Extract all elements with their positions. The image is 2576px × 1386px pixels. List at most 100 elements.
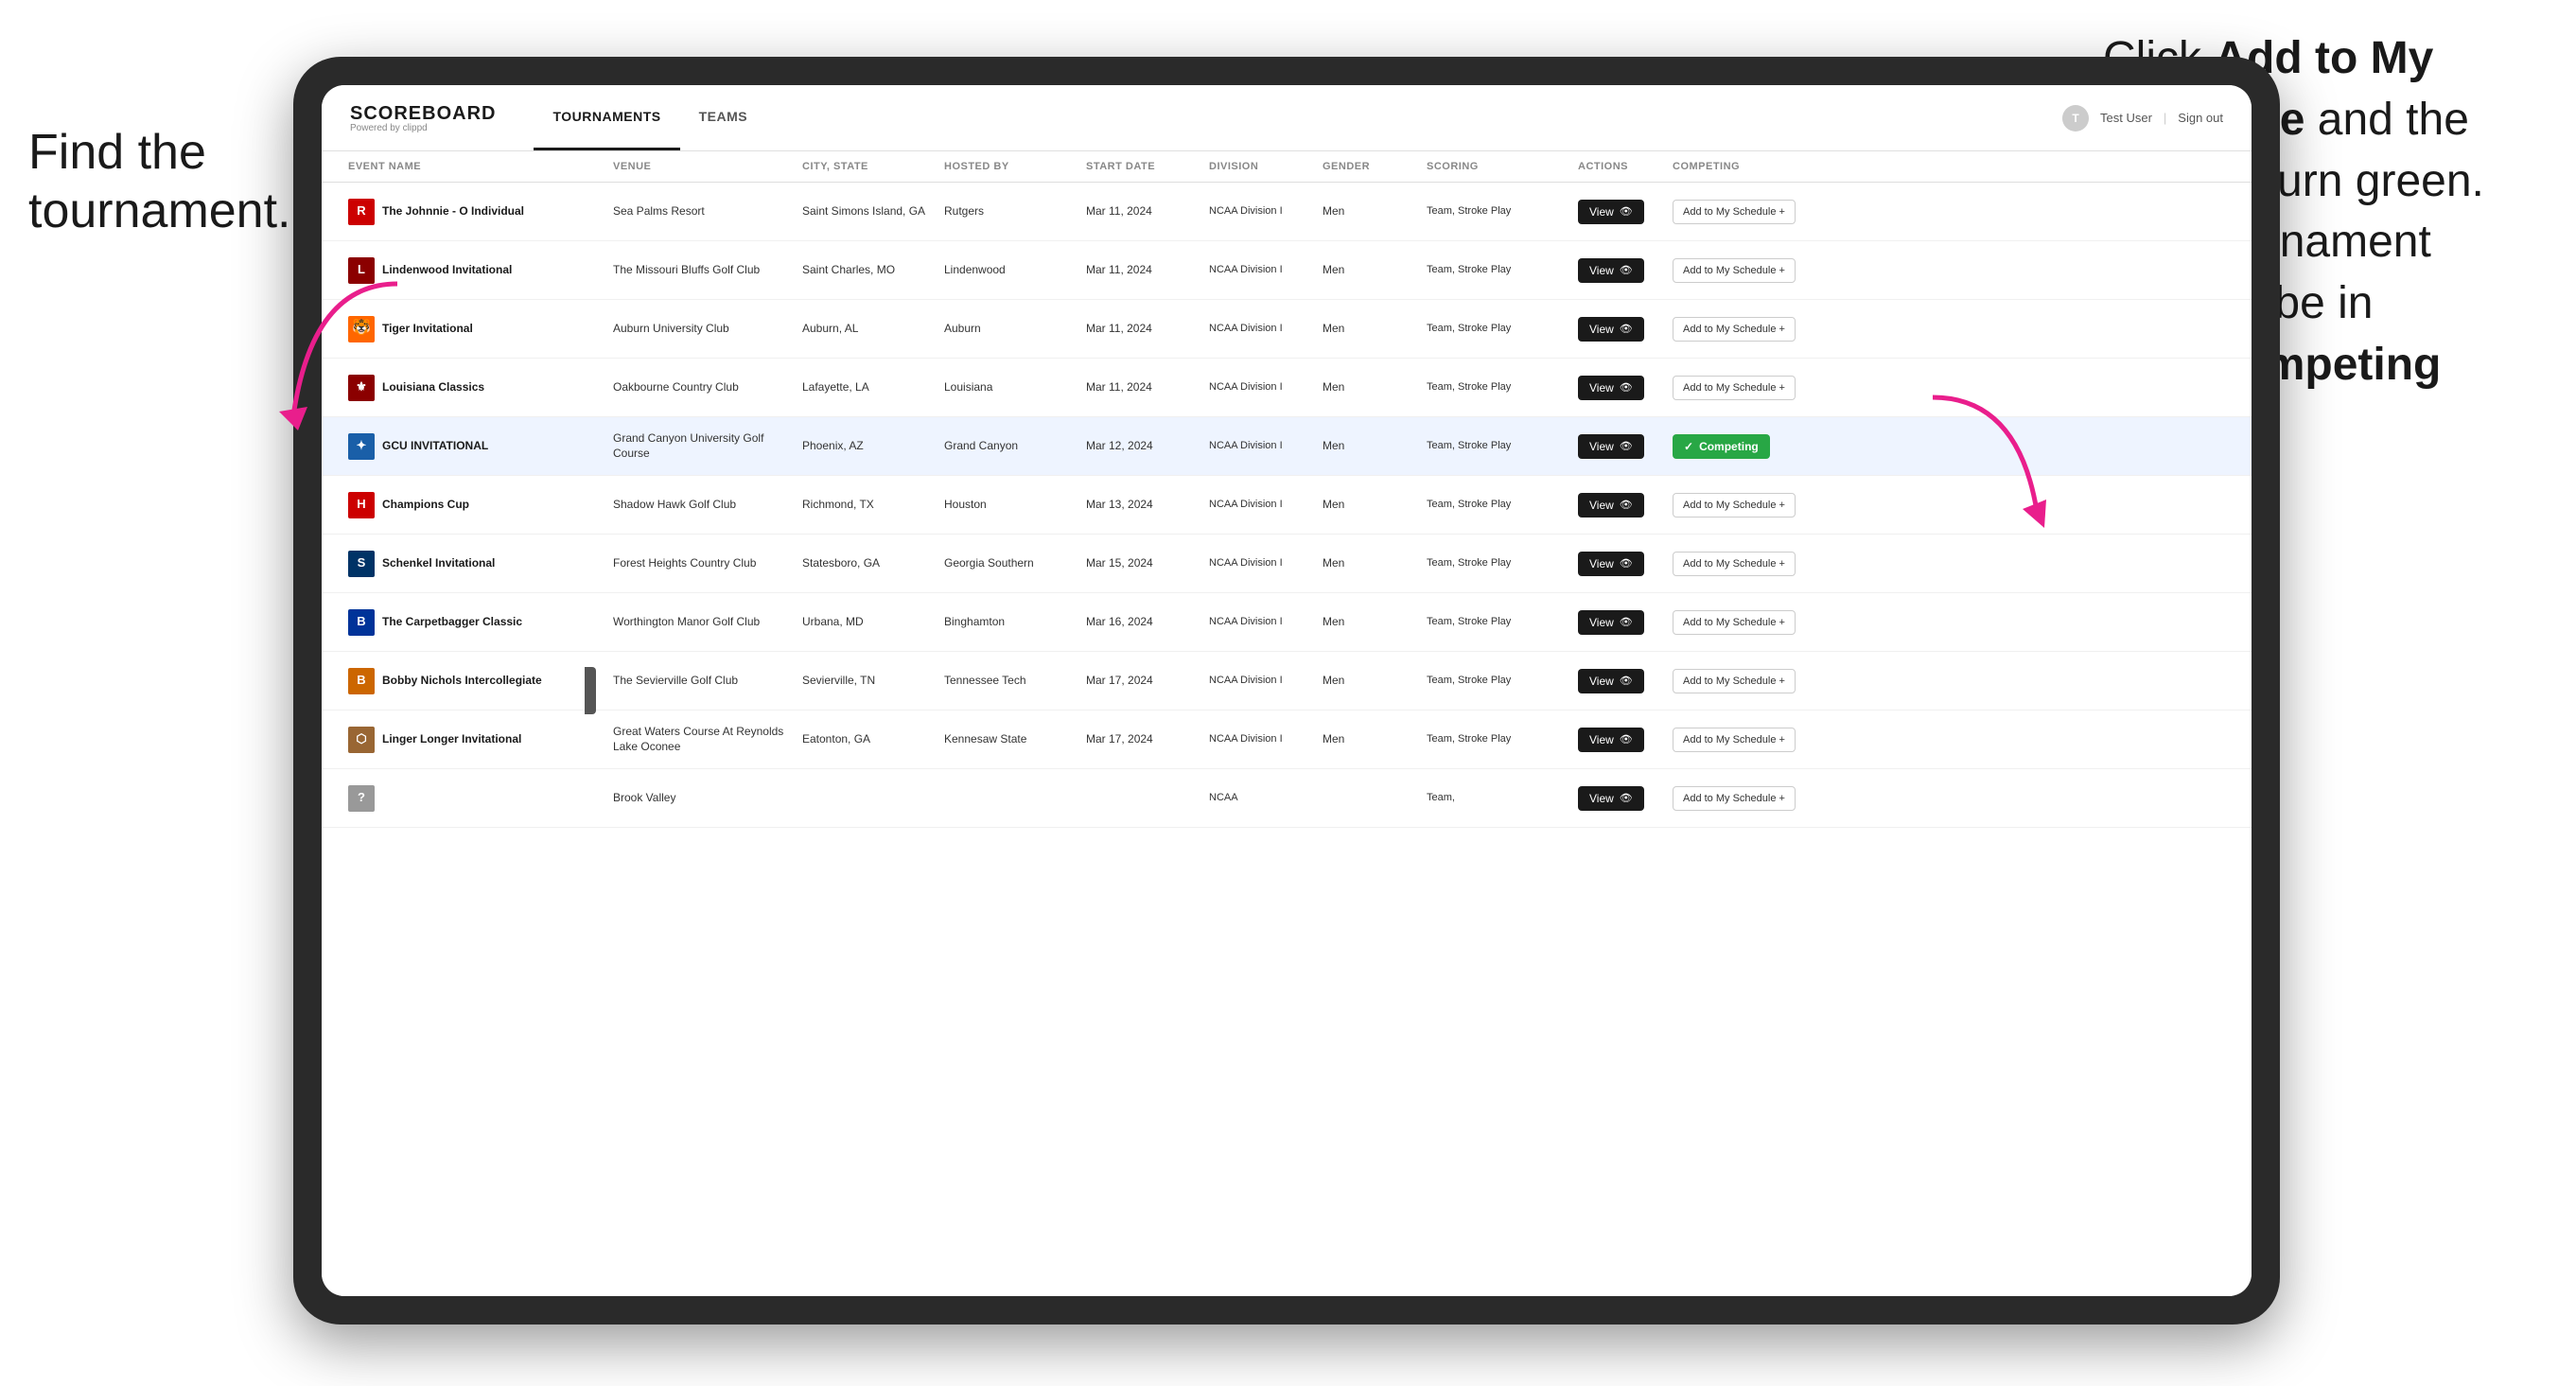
actions-cell: View 👁 [1570, 544, 1665, 584]
venue-cell: Grand Canyon University Golf Course [605, 424, 795, 468]
gender-cell [1315, 791, 1419, 806]
add-to-schedule-button[interactable]: Add to My Schedule + [1673, 552, 1796, 576]
view-button[interactable]: View 👁 [1578, 317, 1644, 342]
date-cell: Mar 16, 2024 [1078, 607, 1201, 638]
division-cell: NCAA Division I [1201, 607, 1315, 636]
table-row: L Lindenwood Invitational The Missouri B… [322, 241, 2252, 300]
event-name-cell: L Lindenwood Invitational [341, 250, 605, 291]
actions-cell: View 👁 [1570, 427, 1665, 466]
event-name-cell: ✦ GCU INVITATIONAL [341, 426, 605, 467]
view-button[interactable]: View 👁 [1578, 728, 1644, 752]
logo-area: SCOREBOARD Powered by clippd [350, 103, 496, 133]
tablet-frame: SCOREBOARD Powered by clippd TOURNAMENTS… [293, 57, 2280, 1325]
gender-cell: Men [1315, 255, 1419, 286]
event-name-text: Champions Cup [382, 498, 469, 513]
host-cell: Kennesaw State [937, 725, 1078, 755]
view-button[interactable]: View 👁 [1578, 493, 1644, 518]
view-button[interactable]: View 👁 [1578, 258, 1644, 283]
gender-cell: Men [1315, 373, 1419, 403]
table-row: B Bobby Nichols Intercollegiate The Sevi… [322, 652, 2252, 711]
event-name-cell: ⬡ Linger Longer Invitational [341, 719, 605, 761]
event-name-cell: 🐯 Tiger Invitational [341, 308, 605, 350]
col-gender: GENDER [1315, 151, 1419, 182]
actions-cell: View 👁 [1570, 485, 1665, 525]
scoring-cell: Team, Stroke Play [1419, 255, 1570, 284]
venue-cell: Great Waters Course At Reynolds Lake Oco… [605, 717, 795, 762]
team-logo: ? [348, 785, 375, 812]
actions-cell: View 👁 [1570, 309, 1665, 349]
competing-button[interactable]: Competing [1673, 434, 1770, 459]
eye-icon: 👁 [1620, 675, 1633, 687]
view-label: View [1589, 675, 1614, 688]
logo-text: SCOREBOARD [350, 103, 496, 125]
division-cell: NCAA Division I [1201, 666, 1315, 694]
col-competing: COMPETING [1665, 151, 1835, 182]
table-header: EVENT NAME VENUE CITY, STATE HOSTED BY S… [322, 151, 2252, 183]
event-name-text: The Johnnie - O Individual [382, 204, 524, 219]
col-scoring: SCORING [1419, 151, 1570, 182]
add-to-schedule-button[interactable]: Add to My Schedule + [1673, 376, 1796, 400]
nav-tab-teams[interactable]: TEAMS [680, 85, 767, 150]
view-button[interactable]: View 👁 [1578, 376, 1644, 400]
actions-cell: View 👁 [1570, 720, 1665, 760]
team-logo: S [348, 551, 375, 577]
table-body: R The Johnnie - O Individual Sea Palms R… [322, 183, 2252, 1286]
table-row: H Champions Cup Shadow Hawk Golf Club Ri… [322, 476, 2252, 535]
add-to-schedule-button[interactable]: Add to My Schedule + [1673, 493, 1796, 518]
view-button[interactable]: View 👁 [1578, 786, 1644, 811]
city-cell: Urbana, MD [795, 607, 937, 638]
col-city-state: CITY, STATE [795, 151, 937, 182]
tablet-screen: SCOREBOARD Powered by clippd TOURNAMENTS… [322, 85, 2252, 1296]
gender-cell: Men [1315, 725, 1419, 755]
date-cell [1078, 791, 1201, 806]
eye-icon: 👁 [1620, 264, 1633, 276]
competing-cell: Add to My Schedule + [1665, 661, 1835, 701]
view-button[interactable]: View 👁 [1578, 610, 1644, 635]
date-cell: Mar 17, 2024 [1078, 725, 1201, 755]
host-cell: Georgia Southern [937, 549, 1078, 579]
actions-cell: View 👁 [1570, 251, 1665, 290]
sign-out-link[interactable]: Sign out [2178, 111, 2223, 125]
add-to-schedule-button[interactable]: Add to My Schedule + [1673, 728, 1796, 752]
division-cell: NCAA Division I [1201, 549, 1315, 577]
view-button[interactable]: View 👁 [1578, 669, 1644, 693]
scoring-cell: Team, Stroke Play [1419, 197, 1570, 225]
add-to-schedule-button[interactable]: Add to My Schedule + [1673, 200, 1796, 224]
scoring-cell: Team, Stroke Play [1419, 314, 1570, 342]
col-start-date: START DATE [1078, 151, 1201, 182]
competing-cell: Add to My Schedule + [1665, 251, 1835, 290]
table-row: R The Johnnie - O Individual Sea Palms R… [322, 183, 2252, 241]
add-to-schedule-button[interactable]: Add to My Schedule + [1673, 786, 1796, 811]
add-to-schedule-button[interactable]: Add to My Schedule + [1673, 669, 1796, 693]
view-button[interactable]: View 👁 [1578, 200, 1644, 224]
add-to-schedule-button[interactable]: Add to My Schedule + [1673, 610, 1796, 635]
actions-cell: View 👁 [1570, 661, 1665, 701]
city-cell: Richmond, TX [795, 490, 937, 520]
venue-cell: Worthington Manor Golf Club [605, 607, 795, 638]
sidebar-tab[interactable] [585, 667, 596, 714]
view-button[interactable]: View 👁 [1578, 552, 1644, 576]
eye-icon: 👁 [1620, 616, 1633, 628]
annotation-left: Find the tournament. [28, 123, 274, 241]
col-actions: ACTIONS [1570, 151, 1665, 182]
host-cell: Louisiana [937, 373, 1078, 403]
venue-cell: Forest Heights Country Club [605, 549, 795, 579]
add-to-schedule-button[interactable]: Add to My Schedule + [1673, 258, 1796, 283]
team-logo: ⚜ [348, 375, 375, 401]
event-name-cell: R The Johnnie - O Individual [341, 191, 605, 233]
add-to-schedule-button[interactable]: Add to My Schedule + [1673, 317, 1796, 342]
actions-cell: View 👁 [1570, 779, 1665, 818]
scoring-cell: Team, Stroke Play [1419, 490, 1570, 518]
eye-icon: 👁 [1620, 381, 1633, 394]
scoring-cell: Team, Stroke Play [1419, 373, 1570, 401]
user-avatar: T [2062, 105, 2089, 132]
division-cell: NCAA Division I [1201, 431, 1315, 460]
city-cell: Statesboro, GA [795, 549, 937, 579]
nav-tab-tournaments[interactable]: TOURNAMENTS [534, 85, 679, 150]
eye-icon: 👁 [1620, 557, 1633, 570]
competing-cell: Add to My Schedule + [1665, 603, 1835, 642]
table-row: 🐯 Tiger Invitational Auburn University C… [322, 300, 2252, 359]
view-button[interactable]: View 👁 [1578, 434, 1644, 459]
scoring-cell: Team, Stroke Play [1419, 549, 1570, 577]
view-label: View [1589, 205, 1614, 219]
